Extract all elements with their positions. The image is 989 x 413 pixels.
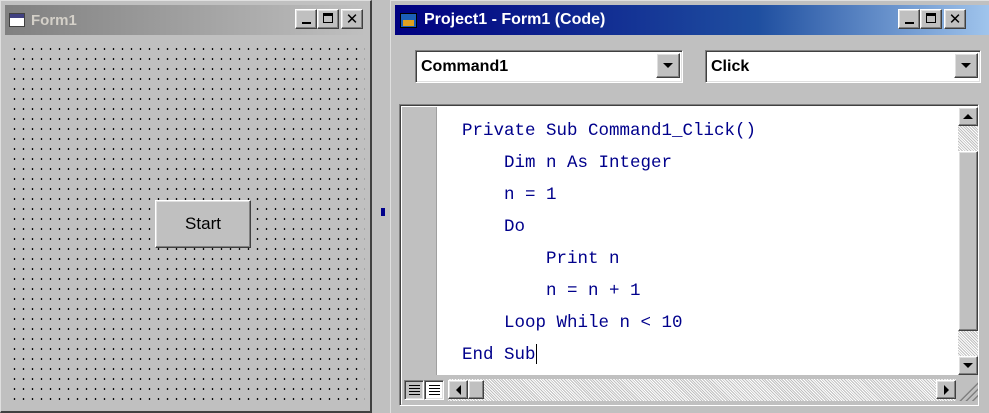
code-line-end-sub[interactable]: End Sub [462,345,536,365]
full-module-view-icon [429,385,440,395]
procedure-dropdown[interactable]: Click [705,50,981,83]
form1-title: Form1 [31,11,77,29]
chevron-down-icon [663,63,673,68]
form1-window-controls: ✕ [295,9,363,29]
scroll-up-button[interactable] [958,107,978,126]
code-text-area[interactable]: Private Sub Command1_Click() Dim n As In… [462,115,756,371]
object-dropdown-value: Command1 [421,57,509,75]
code-editor[interactable]: Private Sub Command1_Click() Dim n As In… [399,104,979,406]
object-dropdown-arrow[interactable] [656,53,680,78]
chevron-down-icon [961,63,971,68]
form-icon [9,13,25,27]
vertical-scrollbar[interactable] [958,107,978,375]
maximize-icon [926,13,936,23]
code-minimize-button[interactable] [898,9,920,29]
close-icon: ✕ [345,9,359,28]
code-window: Project1 - Form1 (Code) ✕ Command1 Click… [390,0,989,413]
code-line[interactable]: Print n [462,243,756,275]
code-line[interactable]: n = 1 [462,179,756,211]
code-window-titlebar[interactable]: Project1 - Form1 (Code) ✕ [395,5,989,35]
form1-minimize-button[interactable] [295,9,317,29]
code-window-title: Project1 - Form1 (Code) [424,11,606,28]
procedure-view-button[interactable] [404,380,424,400]
object-dropdown[interactable]: Command1 [415,50,683,83]
scroll-down-button[interactable] [958,356,978,375]
minimize-icon [302,22,311,24]
code-bottom-bar [402,375,978,405]
code-line[interactable]: Private Sub Command1_Click() [462,115,756,147]
project-code-icon [400,12,417,28]
code-line[interactable]: Do [462,211,756,243]
form1-titlebar[interactable]: Form1 ✕ [5,5,366,35]
code-window-controls: ✕ [898,9,966,29]
window-splitter[interactable] [372,0,390,413]
splitter-grip[interactable] [381,208,385,216]
horizontal-scroll-thumb[interactable] [468,380,484,399]
form1-maximize-button[interactable] [317,9,339,29]
code-line-last[interactable]: End Sub [462,339,756,371]
horizontal-scrollbar[interactable] [448,379,956,401]
procedure-view-icon [409,385,420,395]
text-cursor [535,344,537,365]
arrow-down-icon [963,363,973,368]
form-design-grid[interactable]: Start [7,41,365,405]
code-line[interactable]: n = n + 1 [462,275,756,307]
full-module-view-button[interactable] [424,380,444,400]
form1-window: Form1 ✕ Start [0,0,372,413]
form1-close-button[interactable]: ✕ [341,9,363,29]
code-margin-indicator-bar[interactable] [402,107,437,375]
procedure-dropdown-value: Click [711,57,750,75]
code-close-button[interactable]: ✕ [944,9,966,29]
arrow-right-icon [943,384,949,395]
start-button[interactable]: Start [155,200,251,248]
resize-grip-icon[interactable] [958,379,978,401]
minimize-icon [905,22,914,24]
maximize-icon [323,13,333,23]
procedure-dropdown-arrow[interactable] [954,53,978,78]
scroll-left-button[interactable] [448,380,468,399]
close-icon: ✕ [948,9,962,28]
code-line[interactable]: Dim n As Integer [462,147,756,179]
code-maximize-button[interactable] [920,9,942,29]
vertical-scroll-thumb[interactable] [958,151,978,331]
arrow-left-icon [455,384,461,395]
arrow-up-icon [963,114,973,119]
code-line[interactable]: Loop While n < 10 [462,307,756,339]
scroll-right-button[interactable] [936,380,956,399]
